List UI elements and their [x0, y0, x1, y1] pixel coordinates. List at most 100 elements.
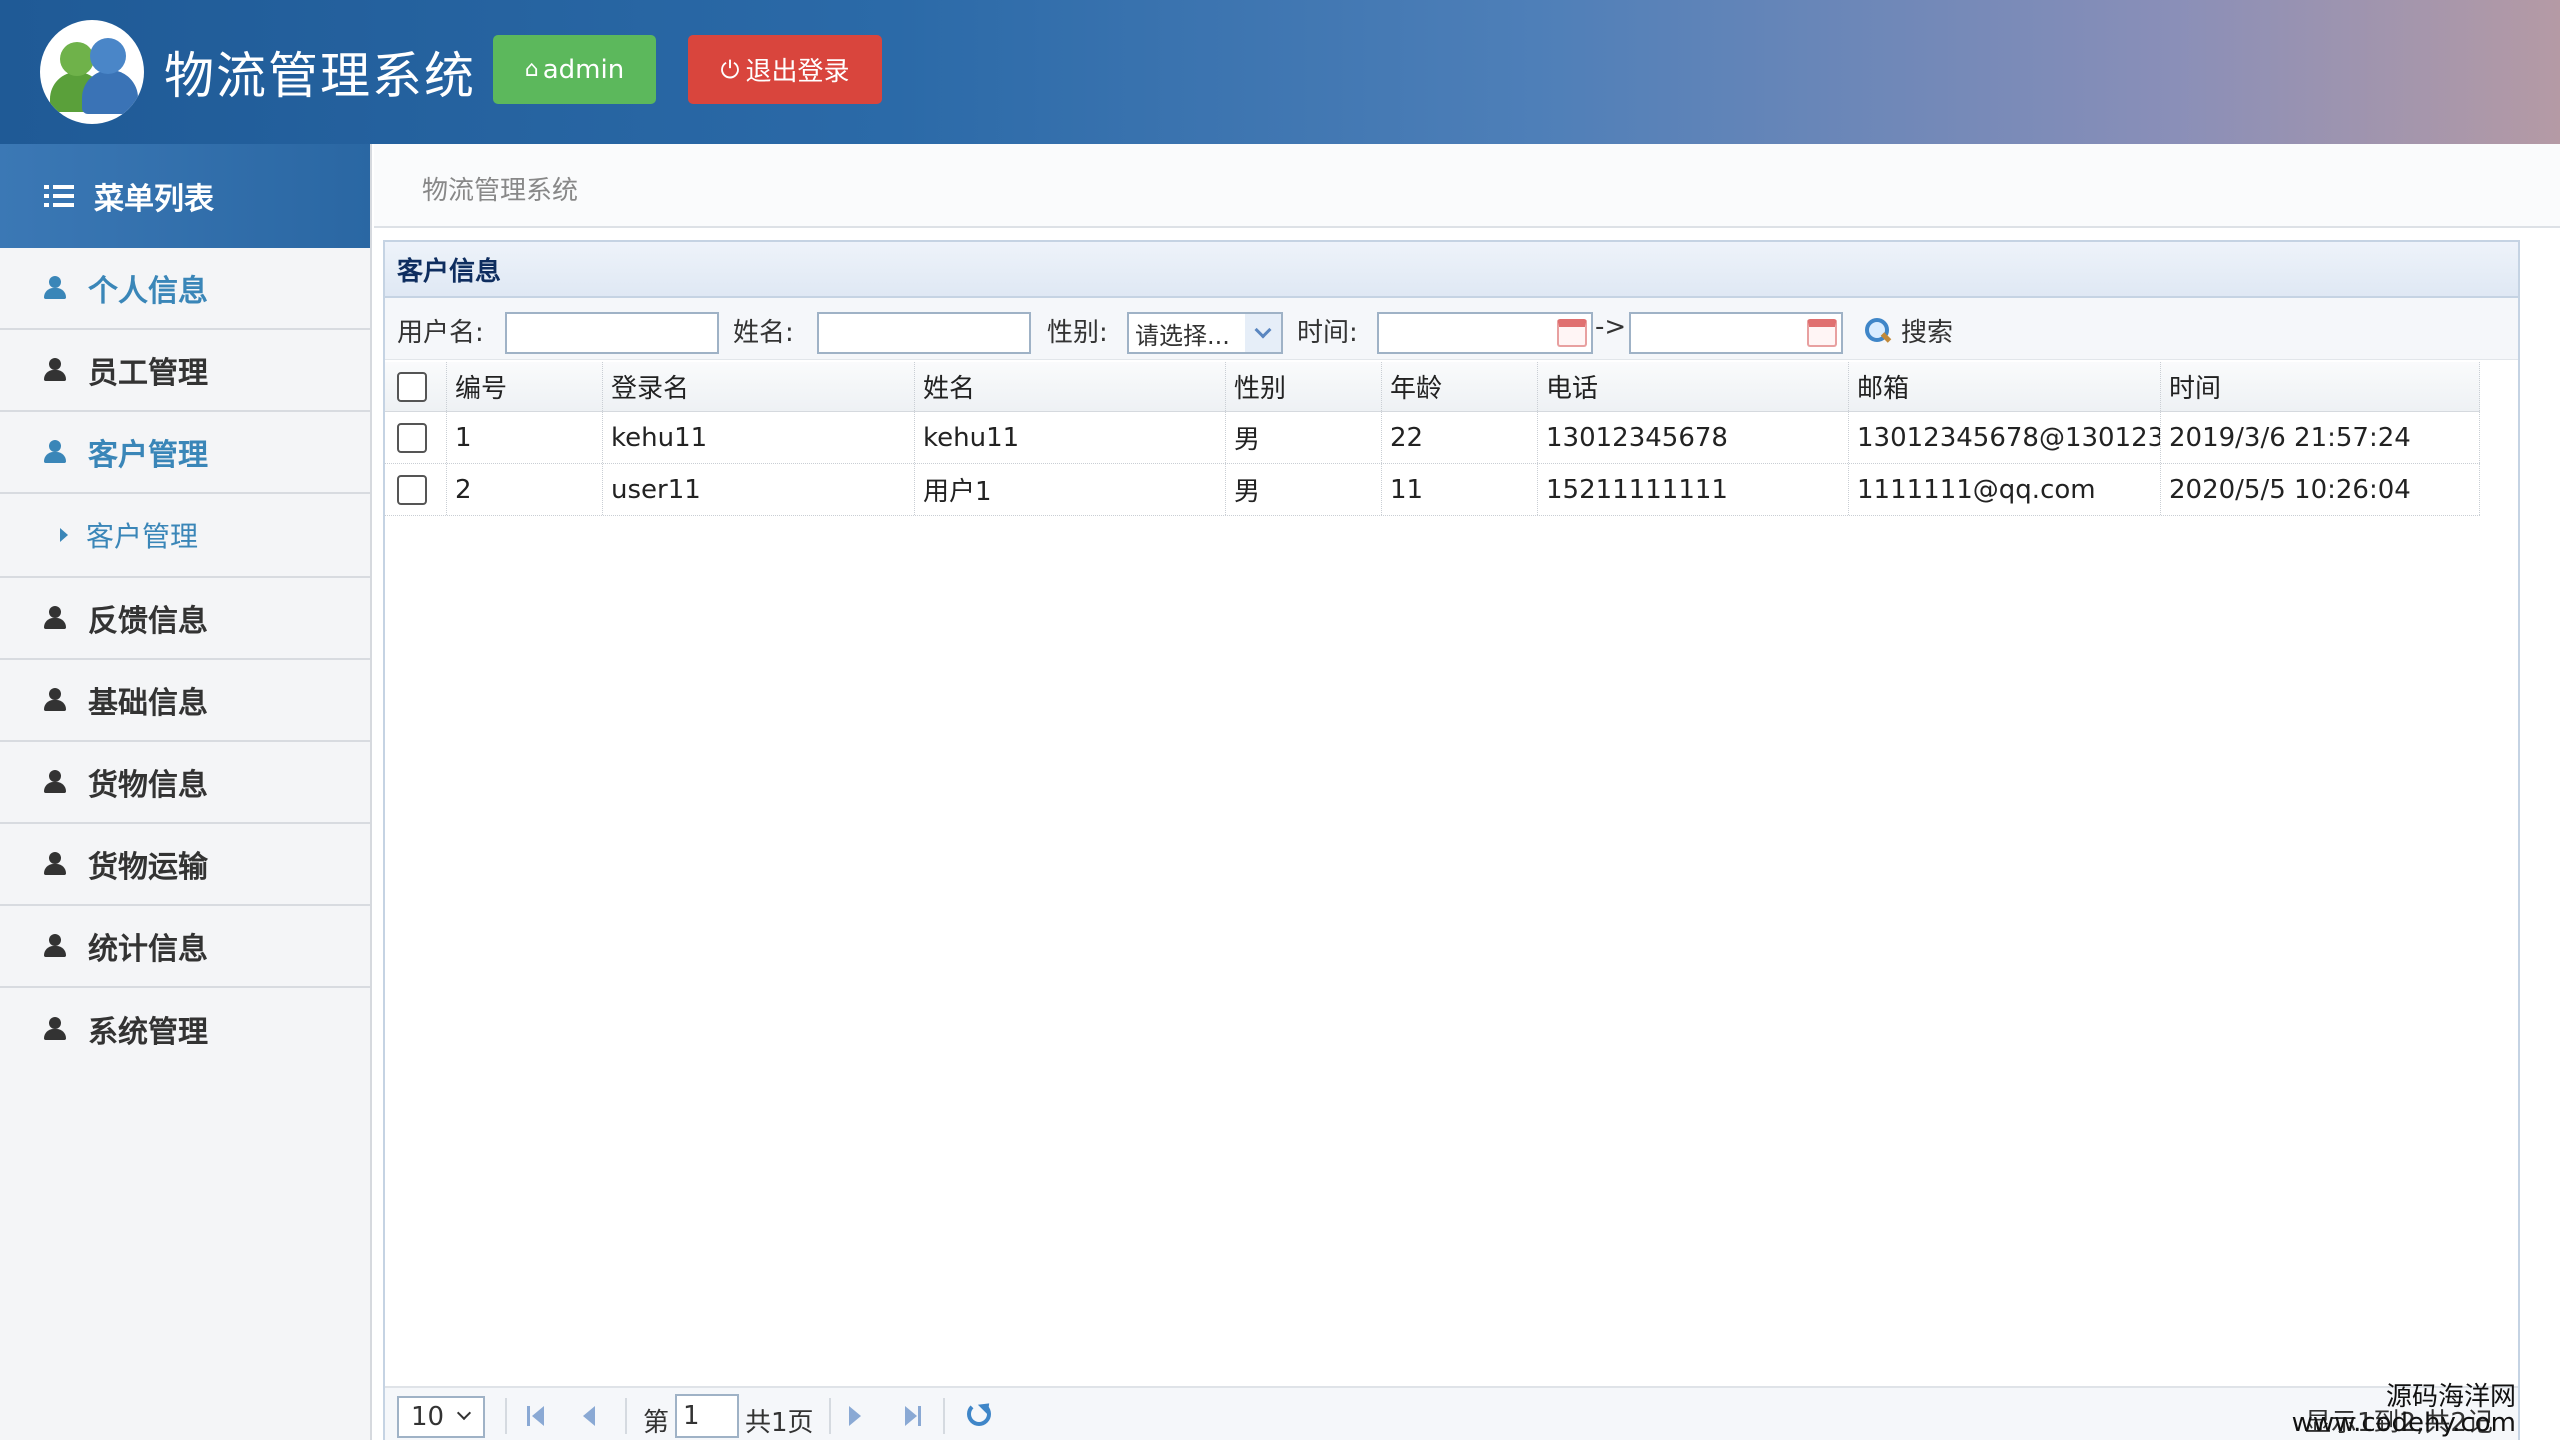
user-icon: [44, 358, 66, 382]
end-date-input[interactable]: [1629, 312, 1843, 354]
column-header-age[interactable]: 年龄: [1382, 362, 1538, 411]
row-checkbox[interactable]: [397, 422, 427, 453]
page-number-value: 1: [683, 1401, 700, 1431]
cell-age: 22: [1382, 412, 1538, 463]
sidebar-item-feedback[interactable]: 反馈信息: [0, 578, 370, 660]
cell-login: kehu11: [603, 412, 915, 463]
pagination-bar: 10 第 1 共1页 显示1到2,共2记录: [385, 1386, 2518, 1440]
page-size-select[interactable]: 10: [397, 1396, 485, 1438]
sidebar-item-label: 货物信息: [88, 768, 208, 803]
calendar-icon[interactable]: [1807, 319, 1837, 347]
column-header-gender[interactable]: 性别: [1226, 362, 1382, 411]
sidebar-item-label: 员工管理: [88, 356, 208, 391]
time-label: 时间:: [1297, 318, 1358, 348]
user-icon: [44, 688, 66, 712]
chevron-down-icon: [456, 1405, 472, 1421]
sidebar-item-label: 反馈信息: [88, 604, 208, 639]
column-header-name[interactable]: 姓名: [915, 362, 1226, 411]
logout-label: 退出登录: [745, 57, 850, 87]
page-size-value: 10: [411, 1402, 445, 1432]
page-total: 共1页: [745, 1408, 814, 1438]
search-icon: [1865, 317, 1891, 344]
admin-button[interactable]: ⌂ admin: [493, 35, 656, 104]
name-input[interactable]: [817, 312, 1031, 354]
sidebar-item-label: 客户管理: [88, 438, 208, 473]
pager-divider: [505, 1398, 507, 1434]
chevron-down-icon: [1245, 314, 1281, 352]
logout-button[interactable]: ⏻ 退出登录: [688, 35, 882, 104]
start-date-input[interactable]: [1377, 312, 1593, 354]
customer-panel: 客户信息 用户名: 姓名: 性别: 请选择... 时间: -> 搜索 编号 登录…: [383, 240, 2520, 1440]
cell-login: user11: [603, 464, 915, 515]
cell-age: 11: [1382, 464, 1538, 515]
table-row[interactable]: 2 user11 用户1 男 11 15211111111 1111111@qq…: [385, 464, 2480, 516]
user-icon: [44, 606, 66, 630]
calendar-icon[interactable]: [1557, 319, 1587, 347]
column-header-email[interactable]: 邮箱: [1849, 362, 2161, 411]
sidebar-subitem-label: 客户管理: [86, 520, 199, 553]
sidebar-item-label: 系统管理: [88, 1015, 208, 1050]
gender-select-value: 请选择...: [1135, 321, 1230, 350]
name-label: 姓名:: [733, 318, 794, 348]
sidebar-item-label: 统计信息: [88, 932, 208, 967]
sidebar-item-statistics[interactable]: 统计信息: [0, 906, 370, 988]
date-range-arrow: ->: [1595, 312, 1627, 342]
cell-id: 1: [447, 412, 603, 463]
watermark-line1: 源码海洋网: [2385, 1382, 2516, 1412]
cell-email: 1111111@qq.com: [1849, 464, 2161, 515]
sidebar-item-basic-info[interactable]: 基础信息: [0, 660, 370, 742]
app-title: 物流管理系统: [164, 47, 476, 105]
sidebar-item-label: 个人信息: [88, 274, 208, 309]
select-all-cell: [385, 362, 447, 411]
sidebar-item-goods-transport[interactable]: 货物运输: [0, 824, 370, 906]
sidebar-item-goods-info[interactable]: 货物信息: [0, 742, 370, 824]
cell-gender: 男: [1226, 412, 1382, 463]
power-icon: ⏻: [720, 55, 740, 84]
sidebar-item-label: 货物运输: [88, 850, 208, 885]
customer-table: 编号 登录名 姓名 性别 年龄 电话 邮箱 时间 1 kehu11 kehu11…: [385, 362, 2480, 516]
user-icon: [44, 1017, 66, 1041]
breadcrumb-text: 物流管理系统: [422, 176, 579, 206]
list-icon: [44, 185, 74, 207]
pager-divider: [829, 1398, 831, 1434]
page-number-input[interactable]: 1: [675, 1394, 739, 1438]
table-row[interactable]: 1 kehu11 kehu11 男 22 13012345678 1301234…: [385, 412, 2480, 464]
cell-phone: 15211111111: [1538, 464, 1849, 515]
cell-id: 2: [447, 464, 603, 515]
search-button[interactable]: 搜索: [1865, 312, 1953, 349]
sidebar-item-profile[interactable]: 个人信息: [0, 248, 370, 330]
page-prefix: 第: [643, 1408, 670, 1438]
pager-divider: [943, 1398, 945, 1434]
cell-time: 2020/5/5 10:26:04: [2161, 464, 2480, 515]
panel-title: 客户信息: [385, 242, 2518, 298]
pager-divider: [625, 1398, 627, 1434]
user-icon: [44, 934, 66, 958]
sidebar-item-employees[interactable]: 员工管理: [0, 330, 370, 412]
refresh-icon[interactable]: [967, 1402, 991, 1426]
gender-select[interactable]: 请选择...: [1127, 312, 1283, 354]
cell-name: kehu11: [915, 412, 1226, 463]
username-input[interactable]: [505, 312, 719, 354]
column-header-phone[interactable]: 电话: [1538, 362, 1849, 411]
column-header-time[interactable]: 时间: [2161, 362, 2480, 411]
column-header-id[interactable]: 编号: [447, 362, 603, 411]
column-header-login[interactable]: 登录名: [603, 362, 915, 411]
home-icon: ⌂: [524, 57, 539, 82]
user-icon: [44, 276, 66, 300]
search-toolbar: 用户名: 姓名: 性别: 请选择... 时间: -> 搜索: [385, 298, 2518, 360]
breadcrumb: 物流管理系统: [374, 144, 2560, 228]
select-all-checkbox[interactable]: [397, 371, 427, 402]
username-label: 用户名:: [397, 318, 484, 348]
user-icon: [44, 770, 66, 794]
search-label: 搜索: [1901, 318, 1954, 348]
sidebar-item-system[interactable]: 系统管理: [0, 988, 370, 1070]
cell-phone: 13012345678: [1538, 412, 1849, 463]
caret-right-icon: [60, 528, 68, 542]
watermark-line2: www.codehy.com: [2291, 1408, 2516, 1438]
sidebar-item-customers[interactable]: 客户管理: [0, 412, 370, 494]
row-checkbox[interactable]: [397, 474, 427, 505]
sidebar-item-label: 基础信息: [88, 686, 208, 721]
user-icon: [44, 852, 66, 876]
cell-time: 2019/3/6 21:57:24: [2161, 412, 2480, 463]
sidebar-subitem-customer-management[interactable]: 客户管理: [0, 494, 370, 578]
